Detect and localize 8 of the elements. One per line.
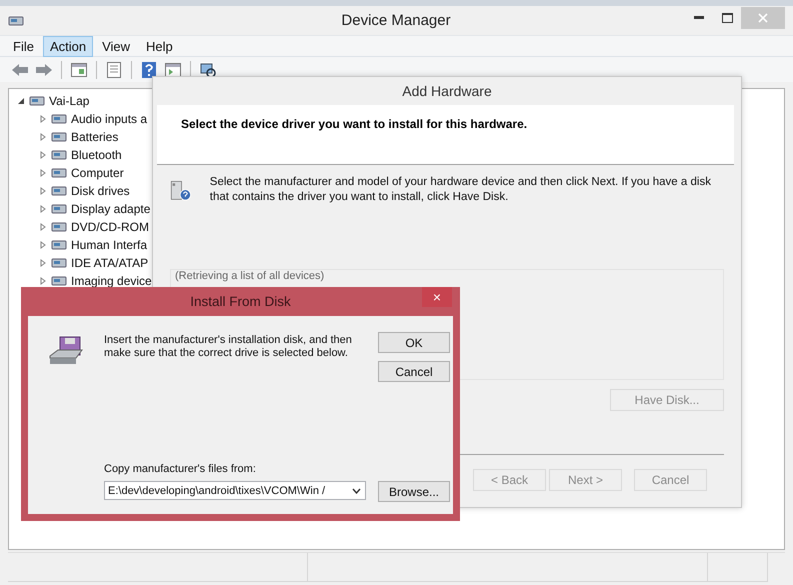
dialog-heading: Select the device driver you want to install for this hardware.	[181, 117, 528, 131]
path-label: Copy manufacturer's files from:	[104, 463, 257, 475]
dialog-title: Install From Disk	[190, 294, 291, 309]
list-status-text: (Retrieving a list of all devices)	[175, 270, 326, 282]
instructions-text: Select the manufacturer and model of your hardware device and then click Next. If you have a disk that contains the driver you want to install, click Have Disk.	[210, 175, 712, 205]
window-title: Device Manager	[340, 12, 452, 29]
dialog-title: Add Hardware	[402, 83, 492, 99]
instruction-message: Insert the manufacturer's installation disk, and then make sure that the correct drive is selected below.	[104, 333, 353, 361]
